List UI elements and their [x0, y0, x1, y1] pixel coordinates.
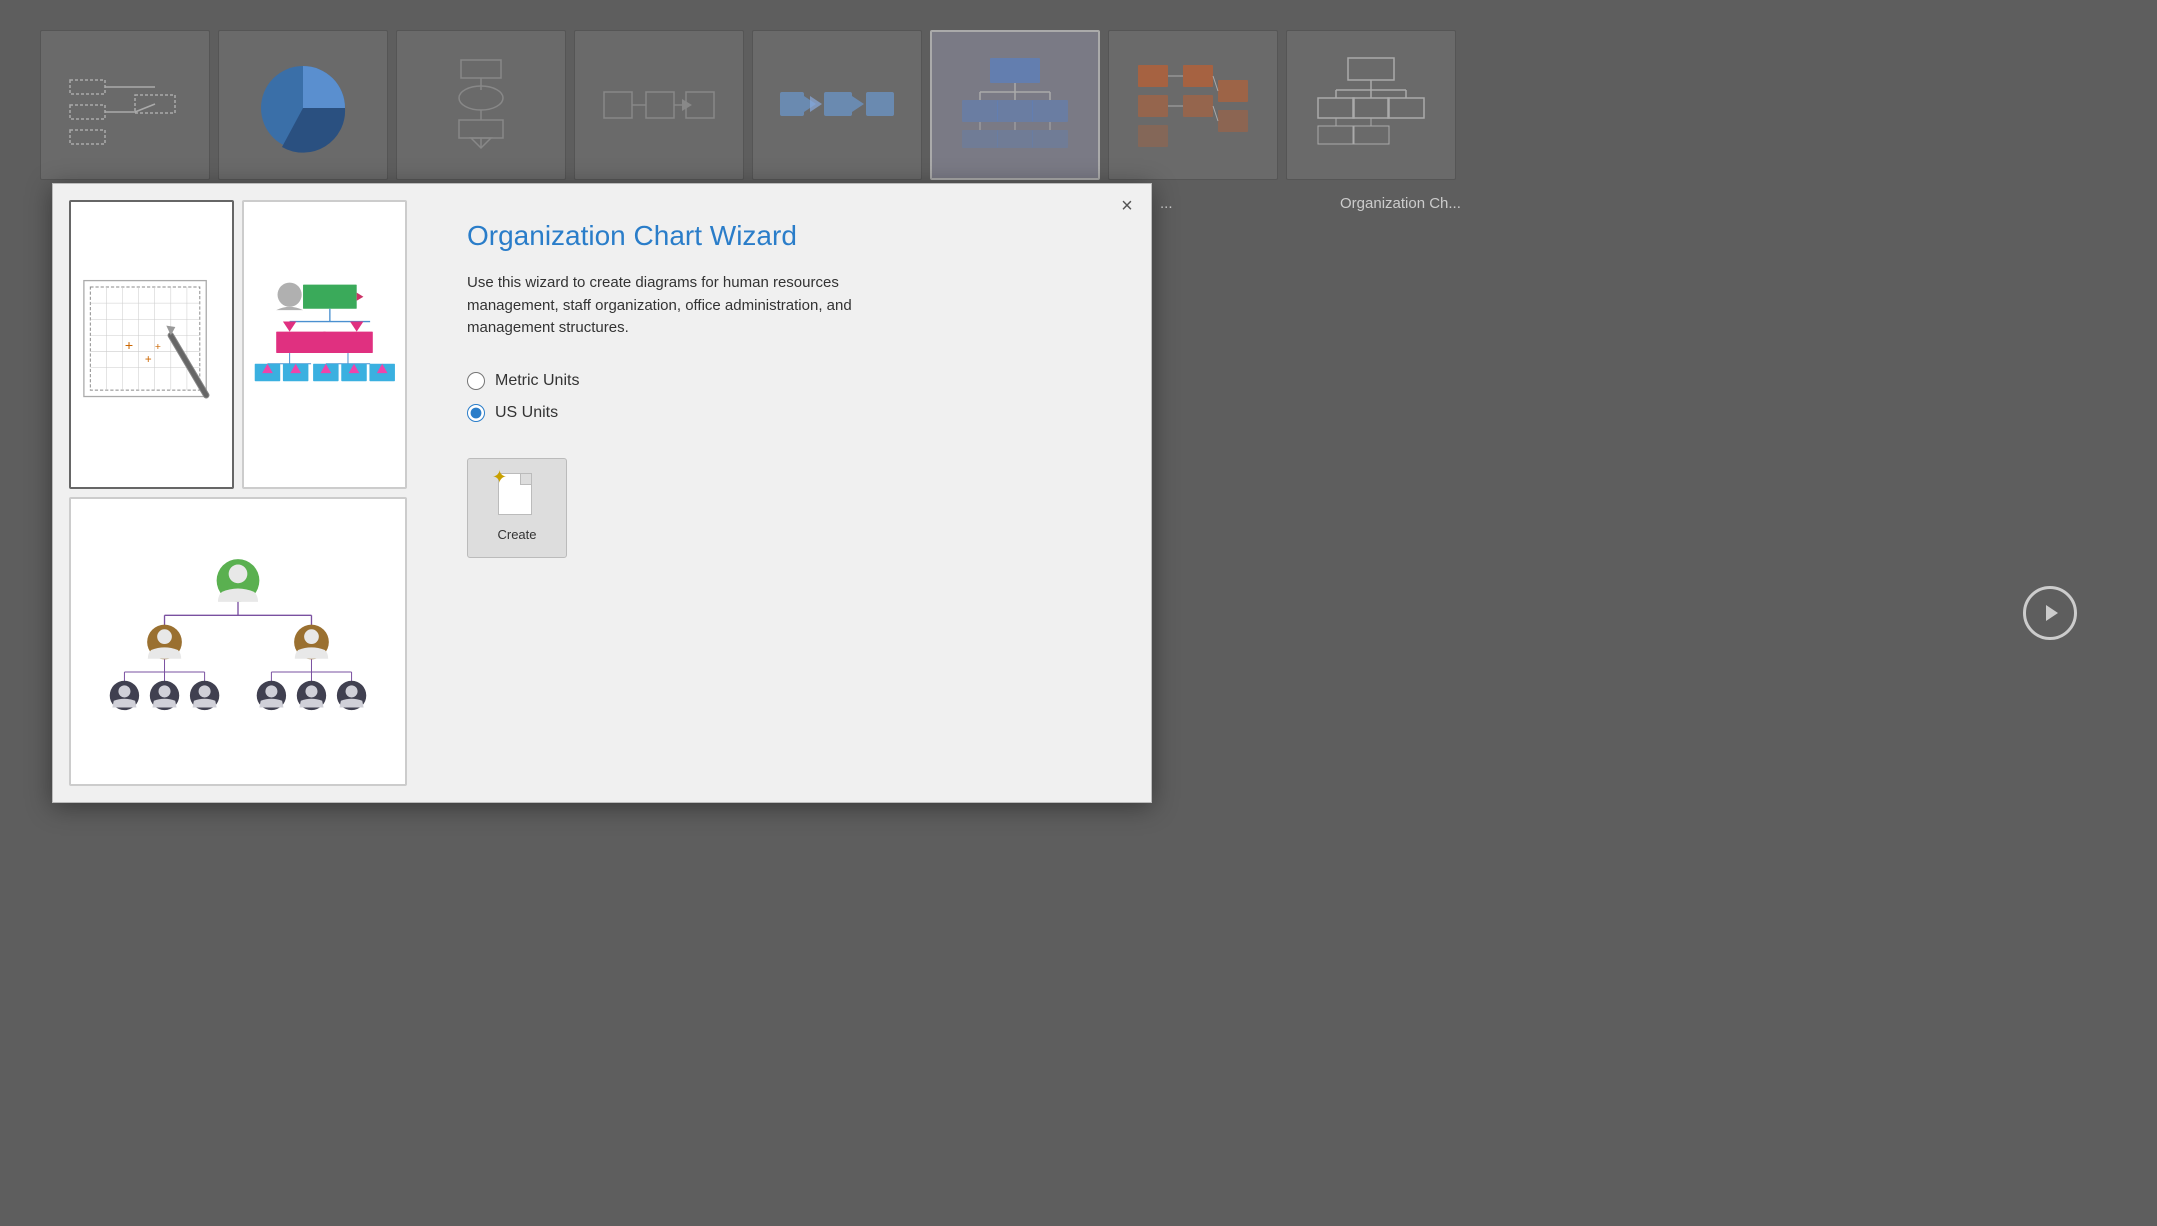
background-thumbnails	[0, 0, 2157, 200]
bg-thumb-5	[752, 30, 922, 180]
bg-label-2: Organization Ch...	[1340, 195, 1461, 212]
metric-units-radio[interactable]	[467, 372, 485, 390]
dialog-description: Use this wizard to create diagrams for h…	[467, 272, 887, 340]
svg-text:+: +	[155, 342, 161, 353]
thumbnail-person-org[interactable]	[69, 497, 407, 786]
bg-thumb-2	[218, 30, 388, 180]
create-button[interactable]: ✦ Create	[467, 458, 567, 558]
create-button-label: Create	[497, 527, 536, 542]
thumbnail-colorful-org[interactable]	[242, 200, 407, 489]
units-radio-group: Metric Units US Units	[467, 372, 1107, 422]
bg-thumb-4	[574, 30, 744, 180]
us-units-label: US Units	[495, 404, 558, 422]
bg-thumb-7	[1108, 30, 1278, 180]
dialog-right-panel: Organization Chart Wizard Use this wizar…	[423, 184, 1151, 802]
bg-thumb-8	[1286, 30, 1456, 180]
us-units-option[interactable]: US Units	[467, 404, 1107, 422]
close-button[interactable]: ×	[1113, 192, 1141, 220]
svg-text:+: +	[145, 354, 152, 366]
org-chart-wizard-dialog: × +	[52, 183, 1152, 803]
metric-units-label: Metric Units	[495, 372, 579, 390]
create-icon: ✦	[498, 473, 536, 519]
dialog-title: Organization Chart Wizard	[467, 220, 1107, 252]
thumbnail-grid[interactable]: + + +	[69, 200, 234, 489]
dialog-thumbnails-panel: + + +	[53, 184, 423, 802]
play-button[interactable]	[2023, 586, 2077, 640]
bg-thumb-3	[396, 30, 566, 180]
bg-label-1: ...	[1160, 195, 1173, 212]
sparkle-icon: ✦	[492, 467, 507, 488]
bg-thumb-1	[40, 30, 210, 180]
svg-text:+: +	[125, 338, 133, 354]
us-units-radio[interactable]	[467, 404, 485, 422]
metric-units-option[interactable]: Metric Units	[467, 372, 1107, 390]
bg-thumb-6	[930, 30, 1100, 180]
